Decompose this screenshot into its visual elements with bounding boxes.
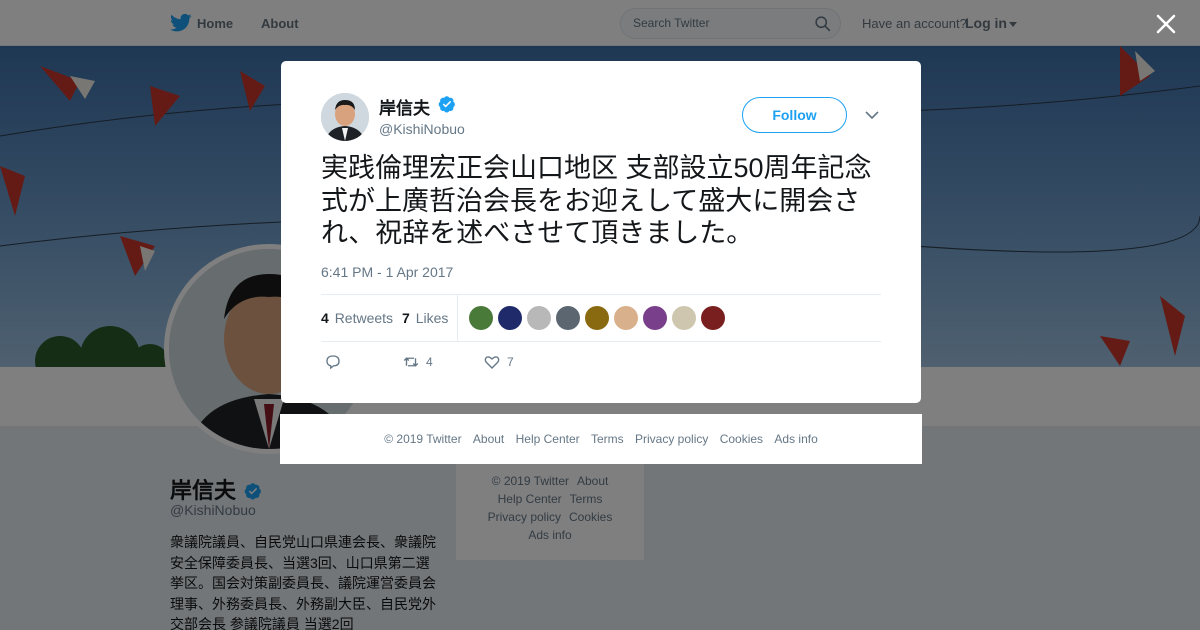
tweet-timestamp[interactable]: 6:41 PM - 1 Apr 2017 [321, 264, 453, 280]
tweet-author-avatar[interactable] [321, 93, 369, 141]
tweet-author-handle[interactable]: @KishiNobuo [379, 121, 465, 137]
like-button[interactable]: 7 [483, 353, 514, 373]
liker-avatar[interactable] [585, 306, 609, 330]
retweet-icon [403, 357, 419, 367]
close-icon[interactable] [1155, 13, 1177, 35]
liker-avatars [469, 306, 730, 330]
retweet-button[interactable]: 4 [402, 353, 433, 373]
liker-avatar[interactable] [469, 306, 493, 330]
footer-link-about[interactable]: About [473, 432, 504, 446]
footer-link-ads-info[interactable]: Ads info [774, 432, 817, 446]
chevron-down-icon[interactable] [865, 109, 879, 121]
tweet-stats: 4 Retweets 7 Likes [321, 294, 881, 342]
liker-avatar[interactable] [527, 306, 551, 330]
likes-label: Likes [415, 310, 449, 326]
reply-button[interactable] [324, 353, 342, 373]
liker-avatar[interactable] [701, 306, 725, 330]
tweet-author-avatar-image [321, 93, 369, 141]
tweet-modal: 岸信夫 @KishiNobuo Follow 実践倫理宏正会山口地区 支部設立5… [281, 61, 921, 403]
liker-avatar[interactable] [643, 306, 667, 330]
footer-link-help-center[interactable]: Help Center [516, 432, 580, 446]
liker-avatar[interactable] [614, 306, 638, 330]
likes-stat[interactable]: 7 Likes [402, 310, 448, 326]
tweet-actions: 4 7 [321, 351, 621, 375]
liker-avatar[interactable] [498, 306, 522, 330]
retweets-count: 4 [321, 310, 329, 326]
like-count: 7 [507, 355, 514, 369]
follow-button[interactable]: Follow [742, 97, 847, 133]
retweet-count: 4 [426, 355, 433, 369]
verified-badge-icon [438, 96, 455, 113]
retweets-stat[interactable]: 4 Retweets [321, 310, 393, 326]
footer-link-privacy[interactable]: Privacy policy [635, 432, 708, 446]
likes-count: 7 [402, 310, 410, 326]
footer-link-cookies[interactable]: Cookies [720, 432, 763, 446]
retweets-label: Retweets [334, 310, 394, 326]
tweet-text: 実践倫理宏正会山口地区 支部設立50周年記念式が上廣哲治会長をお迎えして盛大に開… [321, 153, 872, 248]
tweet-author-name[interactable]: 岸信夫 [379, 94, 430, 119]
modal-footer: © 2019 Twitter About Help Center Terms P… [280, 414, 922, 464]
reply-icon [326, 355, 340, 370]
liker-avatar[interactable] [556, 306, 580, 330]
heart-icon [484, 356, 500, 369]
footer-link-copyright: © 2019 Twitter [384, 432, 462, 446]
stats-divider [457, 295, 458, 341]
liker-avatar[interactable] [672, 306, 696, 330]
footer-link-terms[interactable]: Terms [591, 432, 624, 446]
